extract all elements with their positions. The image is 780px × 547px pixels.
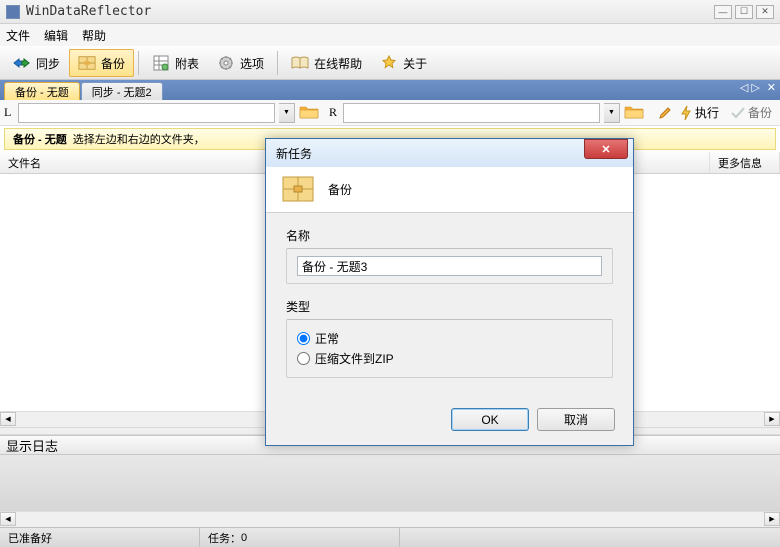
- main-toolbar: 同步 备份 附表 选项 在线帮助 关于: [0, 46, 780, 80]
- tab-nav: ◁ ▷ ✕: [740, 81, 776, 94]
- lightning-icon: [680, 105, 692, 121]
- backup-large-icon: [282, 176, 314, 204]
- ok-button[interactable]: OK: [451, 408, 529, 431]
- menu-help[interactable]: 帮助: [82, 27, 106, 44]
- dialog-close-button[interactable]: ✕: [584, 139, 628, 159]
- dialog-header-label: 备份: [328, 181, 352, 198]
- left-folder-icon[interactable]: [299, 104, 319, 122]
- onlinehelp-label: 在线帮助: [314, 55, 362, 72]
- maximize-button[interactable]: ☐: [735, 5, 753, 19]
- radio-normal-input[interactable]: [297, 332, 310, 345]
- tab-backup[interactable]: 备份 - 无题: [4, 82, 80, 100]
- backup-icon: [78, 54, 96, 72]
- type-group: 类型 正常 压缩文件到ZIP: [286, 298, 613, 378]
- dialog-title-bar[interactable]: 新任务 ✕: [266, 139, 633, 167]
- run-button[interactable]: 执行: [676, 102, 723, 124]
- onlinehelp-button[interactable]: 在线帮助: [282, 49, 371, 77]
- right-path-dropdown[interactable]: ▼: [604, 103, 620, 123]
- sync-icon: [13, 54, 31, 72]
- title-bar: WinDataReflector — ☐ ✕: [0, 0, 780, 24]
- status-bar: 已准备好 任务： 0: [0, 527, 780, 547]
- star-icon: [380, 54, 398, 72]
- run-label: 执行: [695, 104, 719, 121]
- menu-bar: 文件 编辑 帮助: [0, 24, 780, 46]
- menu-file[interactable]: 文件: [6, 27, 30, 44]
- about-label: 关于: [403, 55, 427, 72]
- book-icon: [291, 54, 309, 72]
- status-ready: 已准备好: [0, 528, 200, 547]
- backup-action-button[interactable]: 备份: [727, 102, 776, 124]
- minimize-button[interactable]: —: [714, 5, 732, 19]
- log-scrollbar[interactable]: ◀ ▶: [0, 511, 780, 527]
- dialog-buttons: OK 取消: [266, 402, 633, 445]
- about-button[interactable]: 关于: [371, 49, 436, 77]
- app-icon: [6, 5, 20, 19]
- menu-edit[interactable]: 编辑: [44, 27, 68, 44]
- right-path-input[interactable]: [343, 103, 600, 123]
- col-more[interactable]: 更多信息: [710, 152, 780, 173]
- scroll-left-icon[interactable]: ◀: [0, 512, 16, 526]
- status-tasks-label: 任务：: [208, 530, 241, 546]
- tab-close-icon[interactable]: ✕: [767, 81, 776, 94]
- window-title: WinDataReflector: [26, 4, 711, 19]
- left-path-dropdown[interactable]: ▼: [279, 103, 295, 123]
- backup-label: 备份: [101, 55, 125, 72]
- left-path-input[interactable]: [18, 103, 275, 123]
- toolbar-separator: [277, 51, 278, 75]
- dialog-title: 新任务: [276, 145, 584, 162]
- info-message: 选择左边和右边的文件夹，: [73, 131, 205, 147]
- tab-backup-label: 备份 - 无题: [15, 84, 69, 100]
- right-label: R: [329, 105, 339, 120]
- attach-label: 附表: [175, 55, 199, 72]
- cancel-button[interactable]: 取消: [537, 408, 615, 431]
- log-area: [0, 455, 780, 511]
- task-name-input[interactable]: [297, 256, 602, 276]
- tab-next-icon[interactable]: ▷: [751, 81, 759, 94]
- tab-sync-label: 同步 - 无题2: [92, 84, 152, 100]
- path-row: L ▼ R ▼ 执行 备份: [0, 100, 780, 126]
- sync-label: 同步: [36, 55, 60, 72]
- name-label: 名称: [286, 227, 613, 244]
- scroll-right-icon[interactable]: ▶: [764, 412, 780, 426]
- dialog-header: 备份: [266, 167, 633, 213]
- right-folder-icon[interactable]: [624, 104, 644, 122]
- radio-normal-label: 正常: [315, 330, 339, 347]
- info-title: 备份 - 无题: [13, 131, 67, 147]
- scroll-right-icon[interactable]: ▶: [764, 512, 780, 526]
- tab-bar: 备份 - 无题 同步 - 无题2 ◁ ▷ ✕: [0, 80, 780, 100]
- status-tasks: 任务： 0: [200, 528, 400, 547]
- sync-button[interactable]: 同步: [4, 49, 69, 77]
- tab-prev-icon[interactable]: ◁: [740, 81, 748, 94]
- radio-zip-input[interactable]: [297, 352, 310, 365]
- tab-sync[interactable]: 同步 - 无题2: [81, 82, 163, 100]
- radio-zip-label: 压缩文件到ZIP: [315, 350, 394, 367]
- left-label: L: [4, 105, 14, 120]
- new-task-dialog: 新任务 ✕ 备份 名称 类型 正常 压缩文件到ZIP: [265, 138, 634, 446]
- options-button[interactable]: 选项: [208, 49, 273, 77]
- type-label: 类型: [286, 298, 613, 315]
- pencil-icon[interactable]: [658, 106, 672, 120]
- dialog-body: 名称 类型 正常 压缩文件到ZIP: [266, 213, 633, 402]
- backup-button[interactable]: 备份: [69, 49, 134, 77]
- radio-zip[interactable]: 压缩文件到ZIP: [297, 350, 602, 367]
- status-empty: [400, 528, 780, 547]
- options-label: 选项: [240, 55, 264, 72]
- radio-normal[interactable]: 正常: [297, 330, 602, 347]
- check-icon: [731, 107, 745, 119]
- gear-icon: [217, 54, 235, 72]
- scroll-left-icon[interactable]: ◀: [0, 412, 16, 426]
- name-group: 名称: [286, 227, 613, 284]
- backup-action-label: 备份: [748, 104, 772, 121]
- close-window-button[interactable]: ✕: [756, 5, 774, 19]
- status-tasks-value: 0: [241, 532, 247, 544]
- attach-button[interactable]: 附表: [143, 49, 208, 77]
- attach-icon: [152, 54, 170, 72]
- toolbar-separator: [138, 51, 139, 75]
